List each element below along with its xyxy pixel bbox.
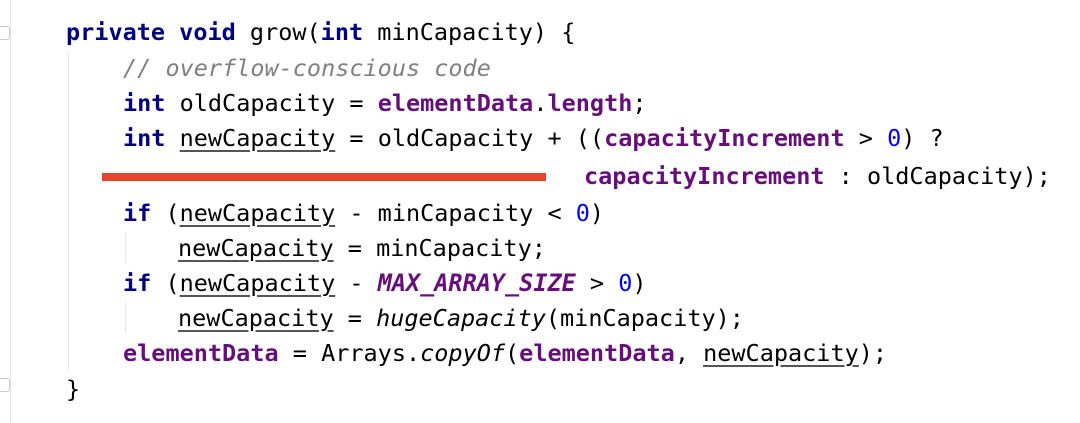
code-line-7: newCapacity = minCapacity; [178,232,546,264]
code-line-4: int newCapacity = oldCapacity + ((capaci… [123,122,944,154]
code-line-5: capacityIncrement : oldCapacity); [584,160,1051,192]
keyword: private void [66,18,236,46]
field-ref: capacityIncrement [584,162,825,190]
code-text: ( [151,199,180,227]
code-text: = Arrays. [278,339,421,367]
code-text: > [844,124,888,152]
code-editor[interactable]: private void grow(int minCapacity) { // … [0,0,1080,423]
code-text: ) [632,269,647,297]
number-literal: 0 [618,269,633,297]
code-text: ( [505,339,520,367]
constant-ref: MAX_ARRAY_SIZE [377,269,576,297]
code-line-1: private void grow(int minCapacity) { [66,16,575,48]
editor-gutter [0,0,11,423]
code-text: = oldCapacity + (( [335,124,605,152]
fold-marker-icon[interactable] [0,378,10,392]
field-ref: elementData [123,339,279,367]
code-text: . [533,89,548,117]
reassigned-variable: newCapacity [178,304,334,332]
keyword: if [123,269,152,297]
highlight-bar [102,173,546,181]
code-text: ; [632,89,647,117]
code-text: ) ? [901,124,944,152]
number-literal: 0 [575,199,590,227]
keyword: if [123,199,152,227]
reassigned-variable: newCapacity [179,199,336,227]
code-text: ) [589,199,605,227]
reassigned-variable: newCapacity [179,269,336,297]
reassigned-variable: newCapacity [178,234,334,262]
reassigned-variable: newCapacity [703,339,859,367]
code-comment: // overflow-conscious code [123,54,491,82]
static-method-call: copyOf [420,339,506,367]
indent-guide [125,232,126,262]
code-text: oldCapacity = [165,89,378,117]
indent-guide [125,302,126,332]
code-text: = minCapacity; [333,234,546,262]
code-text: grow( [235,18,321,46]
indent-guide [68,52,69,370]
keyword: int [123,124,166,152]
field-ref: length [547,89,633,117]
code-text: } [66,375,81,403]
code-line-9: newCapacity = hugeCapacity(minCapacity); [178,302,744,334]
code-line-8: if (newCapacity - MAX_ARRAY_SIZE > 0) [123,267,647,299]
code-text: ( [151,269,180,297]
code-line-6: if (newCapacity - minCapacity < 0) [123,197,604,229]
field-ref: capacityIncrement [604,124,845,152]
number-literal: 0 [887,124,902,152]
reassigned-variable: newCapacity [179,124,336,152]
code-text: , [674,339,704,367]
code-text: > [575,269,619,297]
code-line-3: int oldCapacity = elementData.length; [123,87,647,119]
code-text: : oldCapacity); [824,162,1051,190]
code-text: = [333,304,377,332]
field-ref: elementData [519,339,675,367]
code-text: - [335,269,378,297]
code-text: - minCapacity < [335,199,576,227]
code-line-2: // overflow-conscious code [123,52,491,84]
field-ref: elementData [377,89,534,117]
code-text: (minCapacity); [545,304,744,332]
code-line-10: elementData = Arrays.copyOf(elementData,… [123,337,887,369]
code-text: minCapacity) { [363,18,576,46]
code-line-11: } [66,373,80,405]
keyword: int [320,18,364,46]
keyword: int [123,89,166,117]
fold-marker-icon[interactable] [0,26,10,40]
code-text: ); [858,339,888,367]
static-method-call: hugeCapacity [376,304,546,332]
